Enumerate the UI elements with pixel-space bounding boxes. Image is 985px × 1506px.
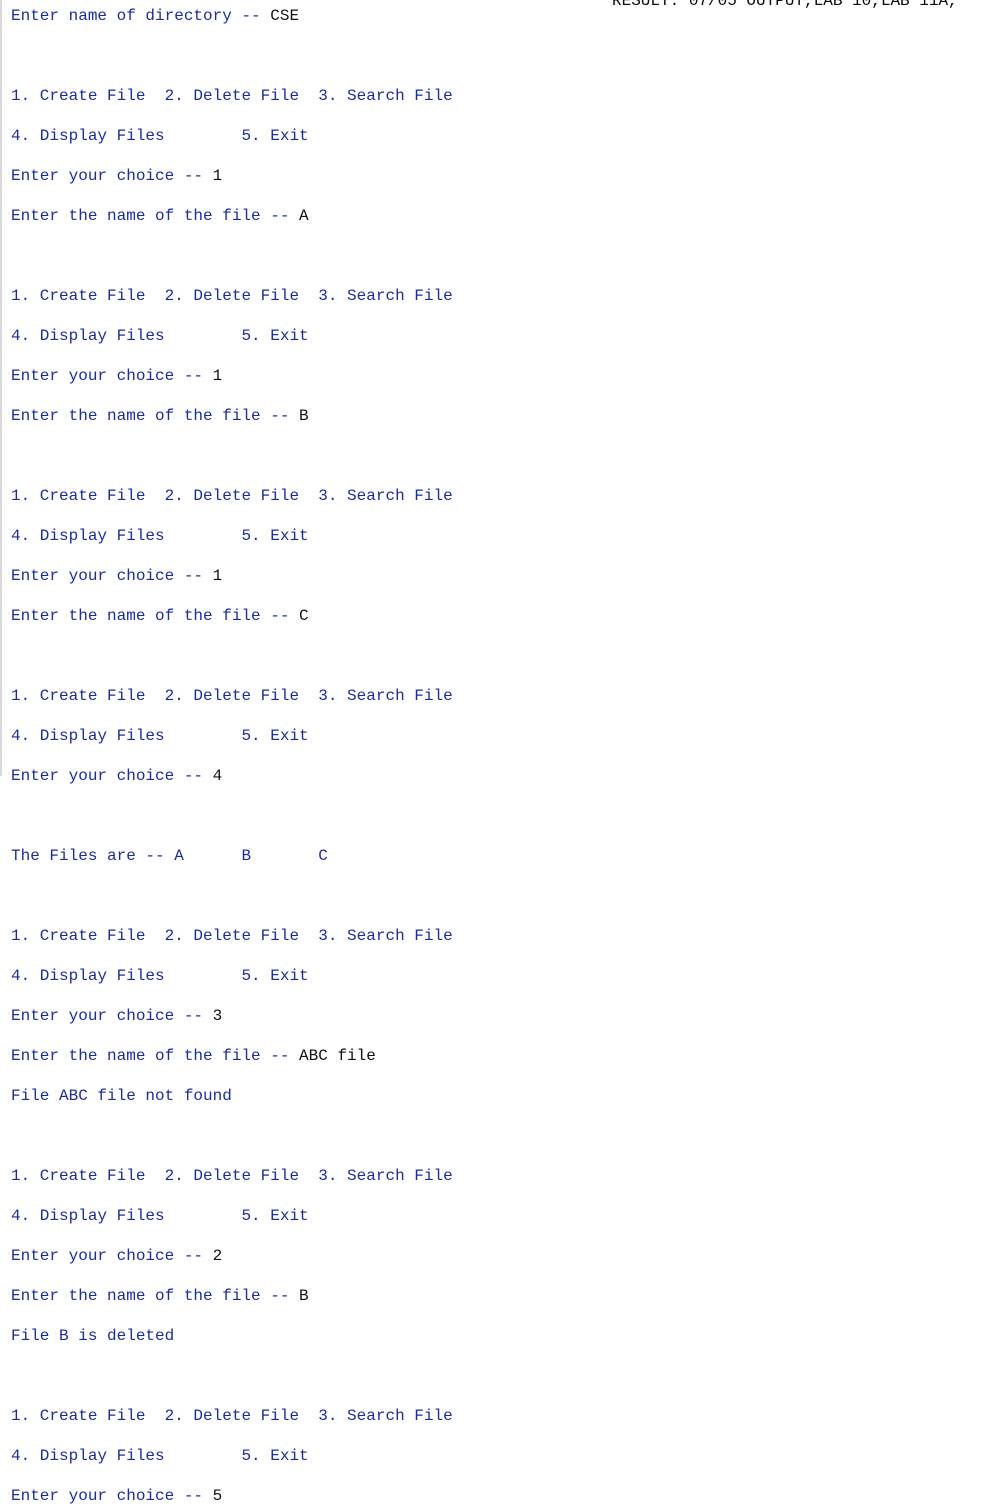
console-user-input: 1 — [212, 567, 223, 585]
console-line: 1. Create File 2. Delete File 3. Search … — [11, 686, 453, 706]
console-prompt-text: 1. Create File 2. Delete File 3. Search … — [11, 287, 453, 305]
console-line: 1. Create File 2. Delete File 3. Search … — [11, 926, 453, 946]
console-line: 4. Display Files 5. Exit — [11, 126, 453, 146]
console-user-input: ABC file — [299, 1047, 376, 1065]
console-prompt-text: 4. Display Files 5. Exit — [11, 127, 309, 145]
console-output-text: Enter name of directory -- CSE 1. Create… — [11, 6, 453, 1506]
console-output-area: RESULT: 07/05 OUTPUT,LAB 10,LAB 11A, Ent… — [0, 0, 983, 1505]
console-prompt-text: Enter the name of the file -- — [11, 607, 300, 625]
console-line: Enter the name of the file -- A — [11, 206, 453, 226]
console-prompt-text: File ABC file not found — [11, 1087, 232, 1105]
console-prompt-text: 1. Create File 2. Delete File 3. Search … — [11, 1167, 453, 1185]
console-user-input: 1 — [212, 167, 223, 185]
console-line: Enter the name of the file -- B — [11, 1286, 453, 1306]
console-prompt-text: Enter your choice -- — [11, 1247, 213, 1265]
console-prompt-text: 4. Display Files 5. Exit — [11, 1207, 309, 1225]
console-line: 1. Create File 2. Delete File 3. Search … — [11, 86, 453, 106]
console-line: Enter your choice -- 2 — [11, 1246, 453, 1266]
console-line: Enter your choice -- 1 — [11, 566, 453, 586]
console-prompt-text: 4. Display Files 5. Exit — [11, 327, 309, 345]
console-prompt-text: The Files are -- A B C — [11, 847, 328, 865]
console-prompt-text: Enter your choice -- — [11, 767, 213, 785]
clipped-header-text: RESULT: 07/05 OUTPUT,LAB 10,LAB 11A, — [612, 0, 958, 10]
console-line: Enter your choice -- 3 — [11, 1006, 453, 1026]
console-user-input: A — [299, 207, 309, 225]
console-line: Enter name of directory -- CSE — [11, 6, 453, 26]
console-prompt-text: 4. Display Files 5. Exit — [11, 1447, 309, 1465]
console-prompt-text: 1. Create File 2. Delete File 3. Search … — [11, 487, 453, 505]
console-user-input: 1 — [212, 367, 223, 385]
console-line: 4. Display Files 5. Exit — [11, 326, 453, 346]
console-user-input: 3 — [212, 1007, 223, 1025]
console-line: The Files are -- A B C — [11, 846, 453, 866]
console-prompt-text: 4. Display Files 5. Exit — [11, 727, 309, 745]
console-line: 1. Create File 2. Delete File 3. Search … — [11, 486, 453, 506]
console-line: Enter your choice -- 4 — [11, 766, 453, 786]
console-prompt-text: Enter name of directory -- — [11, 7, 271, 25]
console-line: 1. Create File 2. Delete File 3. Search … — [11, 1166, 453, 1186]
console-user-input: C — [299, 607, 309, 625]
console-line: 1. Create File 2. Delete File 3. Search … — [11, 1406, 453, 1426]
console-prompt-text: 1. Create File 2. Delete File 3. Search … — [11, 87, 453, 105]
console-line: 4. Display Files 5. Exit — [11, 1446, 453, 1466]
console-prompt-text: 4. Display Files 5. Exit — [11, 967, 309, 985]
console-line: Enter the name of the file -- C — [11, 606, 453, 626]
console-user-input: B — [299, 407, 309, 425]
console-line: File B is deleted — [11, 1326, 453, 1346]
console-prompt-text: 1. Create File 2. Delete File 3. Search … — [11, 927, 453, 945]
console-prompt-text: Enter your choice -- — [11, 367, 213, 385]
console-prompt-text: Enter the name of the file -- — [11, 1287, 300, 1305]
console-prompt-text: Enter the name of the file -- — [11, 407, 300, 425]
console-line: Enter the name of the file -- B — [11, 406, 453, 426]
console-prompt-text: File B is deleted — [11, 1327, 175, 1345]
console-user-input: B — [299, 1287, 309, 1305]
console-prompt-text: Enter the name of the file -- — [11, 1047, 300, 1065]
console-line: 4. Display Files 5. Exit — [11, 526, 453, 546]
console-user-input: 2 — [212, 1247, 223, 1265]
console-prompt-text: Enter the name of the file -- — [11, 207, 300, 225]
console-user-input: 5 — [212, 1487, 223, 1505]
console-line: Enter the name of the file -- ABC file — [11, 1046, 453, 1066]
console-line: Enter your choice -- 1 — [11, 366, 453, 386]
console-prompt-text: 4. Display Files 5. Exit — [11, 527, 309, 545]
console-prompt-text: 1. Create File 2. Delete File 3. Search … — [11, 687, 453, 705]
console-line: 4. Display Files 5. Exit — [11, 966, 453, 986]
console-line: Enter your choice -- 1 — [11, 166, 453, 186]
console-line: 4. Display Files 5. Exit — [11, 726, 453, 746]
console-prompt-text: Enter your choice -- — [11, 167, 213, 185]
console-prompt-text: Enter your choice -- — [11, 1487, 213, 1505]
console-prompt-text: Enter your choice -- — [11, 567, 213, 585]
console-line: 4. Display Files 5. Exit — [11, 1206, 453, 1226]
console-line: 1. Create File 2. Delete File 3. Search … — [11, 286, 453, 306]
console-user-input: 4 — [212, 767, 223, 785]
console-prompt-text: Enter your choice -- — [11, 1007, 213, 1025]
console-line: Enter your choice -- 5 — [11, 1486, 453, 1506]
console-user-input: CSE — [270, 7, 300, 25]
console-prompt-text: 1. Create File 2. Delete File 3. Search … — [11, 1407, 453, 1425]
console-line: File ABC file not found — [11, 1086, 453, 1106]
